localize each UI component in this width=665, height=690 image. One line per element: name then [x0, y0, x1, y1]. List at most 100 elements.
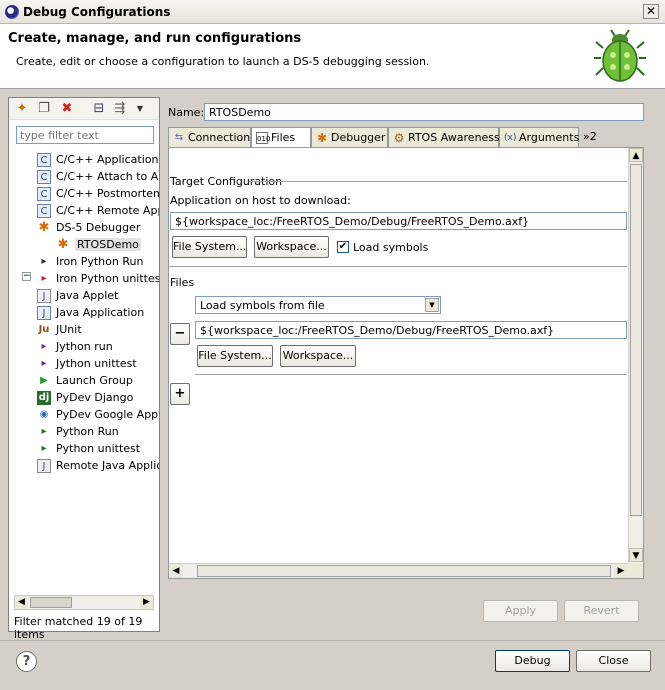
bug-icon [594, 29, 646, 82]
scroll-down-icon[interactable]: ▼ [629, 548, 643, 562]
name-label: Name: [168, 106, 205, 119]
tree-item[interactable]: J Java Application [37, 304, 144, 321]
header-banner: Create, manage, and run configurations C… [0, 24, 665, 89]
chevron-down-icon[interactable]: ▼ [425, 298, 439, 312]
tab-connection[interactable]: ⇆ Connection [168, 127, 251, 147]
window-title: Debug Configurations [23, 5, 171, 19]
cpp-icon: C [37, 153, 51, 167]
divider [195, 374, 627, 375]
title-bar: Debug Configurations ✕ [0, 0, 665, 24]
content-vertical-scrollbar[interactable]: ▲ ▼ [628, 148, 643, 563]
connection-icon: ⇆ [174, 132, 184, 143]
tree-item[interactable]: C C/C++ Attach to Ap [37, 168, 159, 185]
tab-rtos-awareness[interactable]: ⚙ RTOS Awareness [388, 127, 500, 147]
remove-file-button[interactable]: − [170, 323, 190, 345]
remote-java-icon: J [37, 459, 51, 473]
cpp-icon: C [37, 204, 51, 218]
apply-button[interactable]: Apply [483, 600, 558, 622]
tree-item[interactable]: ▸ Iron Python unittest [37, 270, 159, 287]
django-icon: dj [37, 391, 51, 405]
scroll-thumb[interactable] [630, 164, 642, 516]
new-config-icon[interactable]: ✦ [15, 102, 29, 116]
debug-button[interactable]: Debug [495, 650, 570, 672]
config-list-panel: ✦ ❐ ✖ ⊟ ⇶ ▼ − CC/C++ Application CC/C++ … [8, 97, 160, 641]
config-tree: − C C/C++ Application C C/C++ Attach to Ap… [9, 150, 159, 590]
content-horizontal-scrollbar[interactable]: ◀ ▶ [169, 563, 628, 578]
file-path-field[interactable]: ${workspace_loc:/FreeRTOS_Demo/Debug/Fre… [195, 321, 627, 339]
delete-icon[interactable]: ✖ [60, 102, 74, 116]
filter-icon[interactable]: ⇶ [113, 102, 127, 116]
scroll-corner [628, 563, 643, 578]
workspace-button[interactable]: Workspace... [254, 236, 329, 258]
files-icon: 010 [256, 132, 270, 144]
tree-item[interactable]: ▶ Launch Group [37, 372, 133, 389]
tree-item-ds5-debugger[interactable]: ✱ DS-5 Debugger [37, 219, 141, 236]
load-symbols-label: Load symbols [353, 241, 429, 254]
scroll-left-icon[interactable]: ◀ [15, 596, 28, 609]
collapse-all-icon[interactable]: ⊟ [92, 102, 106, 116]
scroll-left-icon[interactable]: ◀ [169, 564, 183, 578]
file-system-button-2[interactable]: File System... [197, 345, 273, 367]
eclipse-icon [5, 5, 19, 19]
tab-overflow[interactable]: »2 [579, 127, 599, 147]
arguments-icon: (x) [504, 133, 517, 143]
load-mode-select[interactable]: Load symbols from file ▼ [195, 296, 441, 314]
app-path-field[interactable]: ${workspace_loc:/FreeRTOS_Demo/Debug/Fre… [170, 212, 627, 230]
tree-item[interactable]: Ju JUnit [37, 321, 82, 338]
revert-button[interactable]: Revert [564, 600, 639, 622]
scroll-thumb[interactable] [197, 565, 611, 577]
add-file-button[interactable]: + [170, 383, 190, 405]
debugger-icon: ✱ [316, 131, 328, 145]
tab-arguments[interactable]: (x) Arguments [499, 127, 579, 147]
chevron-down-icon[interactable]: ▼ [133, 102, 147, 116]
close-button[interactable]: Close [576, 650, 651, 672]
cpp-icon: C [37, 187, 51, 201]
banner-heading: Create, manage, and run configurations [8, 31, 302, 46]
tree-item[interactable]: ▸ Python unittest [37, 440, 140, 457]
filter-input[interactable] [16, 126, 154, 144]
tree-item[interactable]: ▸ Iron Python Run [37, 253, 143, 270]
scroll-right-icon[interactable]: ▶ [140, 596, 153, 609]
scroll-thumb[interactable] [30, 597, 72, 608]
jython-icon: ▸ [41, 341, 47, 352]
ds5-icon: ✱ [38, 220, 50, 235]
config-tabs: ⇆ Connection 010Files ✱ Debugger ⚙ RTOS Awa… [168, 127, 644, 148]
scroll-right-icon[interactable]: ▶ [614, 564, 628, 578]
iron-python-unittest-icon: ▸ [41, 273, 47, 284]
java-applet-icon: J [37, 289, 51, 303]
tab-files[interactable]: 010Files [251, 127, 311, 148]
rtos-icon: ⚙ [393, 131, 405, 145]
name-field[interactable]: RTOSDemo [204, 103, 644, 121]
help-icon[interactable]: ? [16, 651, 37, 672]
tree-item[interactable]: ▸ Python Run [37, 423, 118, 440]
file-system-button[interactable]: File System... [172, 236, 247, 258]
tree-horizontal-scrollbar[interactable]: ◀ ▶ [14, 595, 154, 610]
files-tab-content: Target Configuration Application on host… [168, 147, 644, 579]
files-heading: Files [170, 276, 195, 289]
scroll-up-icon[interactable]: ▲ [629, 148, 643, 162]
google-app-engine-icon: ◉ [39, 409, 49, 420]
cpp-icon: C [37, 170, 51, 184]
tree-item[interactable]: J Java Applet [37, 287, 118, 304]
tree-item[interactable]: ▸ Jython unittest [37, 355, 136, 372]
filter-status: Filter matched 19 of 19 items [14, 615, 143, 641]
tree-item-rtosdemo[interactable]: ✱ RTOSDemo [56, 236, 141, 253]
tree-item[interactable]: C C/C++ Postmortem [37, 185, 159, 202]
python-run-icon: ▸ [41, 426, 47, 437]
ds5-icon: ✱ [57, 237, 69, 252]
tree-item[interactable]: ▸ Jython run [37, 338, 112, 355]
load-symbols-checkbox[interactable]: ✔ [337, 241, 349, 253]
workspace-button-2[interactable]: Workspace... [280, 345, 356, 367]
junit-icon: Ju [38, 324, 50, 335]
tree-item[interactable]: C C/C++ Remote App [37, 202, 159, 219]
duplicate-icon[interactable]: ❐ [37, 102, 51, 116]
close-window-button[interactable]: ✕ [643, 4, 659, 19]
tree-item[interactable]: dj PyDev Django [37, 389, 133, 406]
tree-item[interactable]: C C/C++ Application [37, 151, 158, 168]
tree-item[interactable]: J Remote Java Applica [37, 457, 159, 474]
tree-item[interactable]: ◉ PyDev Google App E [37, 406, 159, 423]
divider [169, 266, 627, 267]
tab-debugger[interactable]: ✱ Debugger [311, 127, 388, 147]
divider [0, 640, 665, 641]
expand-toggle-ds5[interactable]: − [22, 272, 31, 281]
